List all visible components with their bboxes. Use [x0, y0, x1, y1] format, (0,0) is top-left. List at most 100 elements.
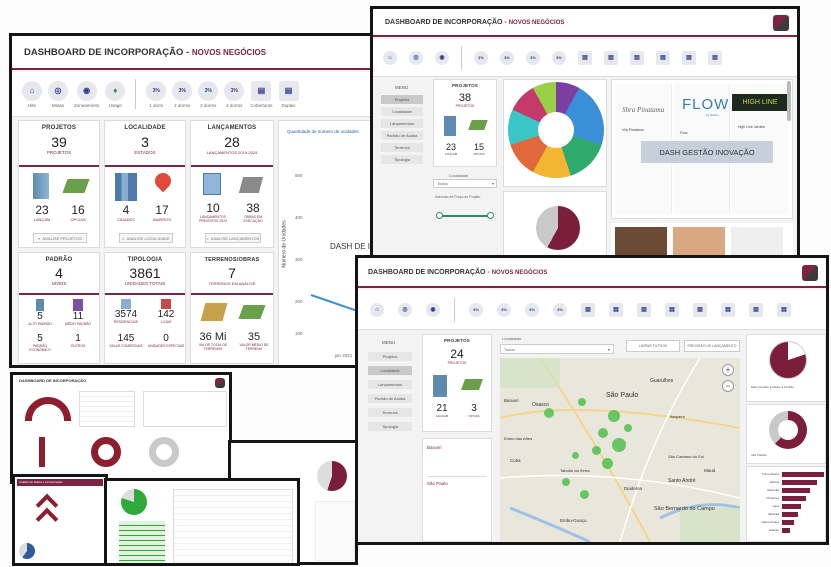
toolbar-metas-button[interactable]: ◎ Metas [48, 80, 68, 108]
innov-subtitle: NOVOS NEGÓCIOS [508, 19, 565, 26]
stat-bairros: 17 BAIRROS [152, 203, 171, 222]
toolbar-doc-button[interactable]: ▤ [604, 50, 618, 65]
nav-localidade[interactable]: Localidade [368, 366, 412, 375]
innov-localidade-dropdown[interactable]: Todos ▾ [433, 179, 497, 188]
mini-bar-icon [39, 437, 45, 467]
toolbar-duplex-button[interactable]: ▤ Duplex [278, 80, 299, 108]
toolbar-3dorms-button[interactable]: 3% 3 dorms [198, 80, 219, 108]
map-zoom-in-button[interactable]: + [722, 364, 734, 376]
project-marker[interactable] [602, 458, 613, 469]
toolbar-home-button[interactable]: ⌂ [370, 302, 384, 317]
toolbar-doc-button[interactable]: ▤ [693, 302, 707, 317]
project-marker[interactable] [624, 424, 632, 432]
toolbar-coberturas-button[interactable]: ▤ Coberturas [250, 80, 273, 108]
price-slider[interactable] [439, 215, 491, 217]
project-marker[interactable] [580, 490, 589, 499]
slider-handle[interactable] [436, 212, 443, 219]
sao-paulo-map[interactable]: Osasco São Paulo Guarulhos Barueri Santo… [500, 358, 740, 542]
toolbar-dorm-button[interactable]: 3% [497, 302, 511, 317]
limpar-filtros-button[interactable]: LIMPAR FILTROS [626, 340, 680, 352]
toolbar-zoneamento-button[interactable]: ◉ Zoneamento [74, 80, 99, 108]
previsao-lancamento-button[interactable]: PREVISÃO DE LANÇAMENTO [684, 340, 740, 352]
analise-lancamentos-button[interactable]: ⌕ ANALISE LANÇAMENTOS [205, 233, 261, 243]
toolbar-doc-button[interactable]: ▤ [637, 302, 651, 317]
toolbar-doc-button[interactable]: ▤ [777, 302, 791, 317]
toolbar-doc-button[interactable]: ▤ [721, 302, 735, 317]
toolbar-doc-button[interactable]: ▤ [581, 302, 595, 317]
project-marker[interactable] [562, 478, 570, 486]
bar-label: Trevo Aberto [761, 472, 779, 476]
toolbar-dorm-button[interactable]: 3% [474, 50, 488, 65]
slider-handle[interactable] [487, 212, 494, 219]
toolbar-dorm-button[interactable]: 3% [552, 50, 566, 65]
toolbar-metas-button[interactable]: ◎ [409, 50, 423, 65]
project-marker[interactable] [612, 438, 626, 452]
nav-lancamentos[interactable]: Lançamentos [368, 380, 412, 389]
nav-terrenos[interactable]: Terrenos [381, 143, 423, 152]
kpi-projetos-card[interactable]: PROJETOS 39 PROJETOS 23 LANÇAM 16 OPCIAS ⌕… [18, 120, 100, 248]
kpi-tipologia-card[interactable]: TIPOLOGIA 3861 UNIDADES TOTAIS 3574 RESID… [104, 252, 186, 364]
kpi-localidade-card[interactable]: LOCALIDADE 3 ESTADOS 4 CIDADES 17 BAIRROS … [104, 120, 186, 248]
nav-tipologia[interactable]: Tipologia [381, 155, 423, 164]
toolbar-dorm-button[interactable]: 3% [553, 302, 567, 317]
stat-lancam: 23 LANÇAM [33, 203, 51, 222]
innovation-dashboard-window: DASHBOARD DE INCORPORAÇÃO - NOVOS NEGÓCI… [370, 6, 800, 268]
innov-kpi-projetos[interactable]: PROJETOS 38 PROJETOS 23 LANÇAM 15 OPCIAS [433, 79, 497, 167]
toolbar-hite-button[interactable]: ⌂ Hite [22, 80, 42, 108]
toolbar-doc-button[interactable]: ▤ [665, 302, 679, 317]
toolbar-zone-button[interactable]: ◉ [435, 50, 449, 65]
bar-label: Butantã [768, 512, 779, 516]
project-marker[interactable] [598, 428, 608, 438]
toolbar-doc-button[interactable]: ▤ [708, 50, 722, 65]
nav-projetos[interactable]: Projetos [381, 95, 423, 104]
project-marker[interactable] [578, 398, 586, 406]
toolbar-doc-button[interactable]: ▤ [749, 302, 763, 317]
project-marker[interactable] [592, 446, 601, 455]
toolbar-doc-button[interactable]: ▤ [656, 50, 670, 65]
kpi-value: 3 [141, 134, 149, 150]
toolbar-doc-button[interactable]: ▤ [682, 50, 696, 65]
toolbar-dorm-button[interactable]: 3% [525, 302, 539, 317]
nav-padrao[interactable]: Padrão de Acaba [368, 394, 412, 403]
toolbar-usage-button[interactable]: ♦ Usage [105, 80, 126, 108]
kpi-padrao-card[interactable]: PADRÃO 4 NÍVEIS 5 ALTO PADRÃO 11 MÉDIO PAD… [18, 252, 100, 364]
nav-localidade[interactable]: Localidade [381, 107, 423, 116]
map-zoom-out-button[interactable]: − [722, 380, 734, 392]
project-marker[interactable] [608, 410, 620, 422]
toolbar-doc-button[interactable]: ▤ [578, 50, 592, 65]
toolbar-zone-button[interactable]: ◉ [426, 302, 440, 317]
toolbar-4dorms-button[interactable]: 3% 4 dorms [224, 80, 245, 108]
map-place-label: Mauá [704, 468, 716, 473]
toolbar-dorm-button[interactable]: 3% [500, 50, 514, 65]
bar-mark [782, 520, 795, 525]
map-dashboard-window: DASHBOARD DE INCORPORAÇÃO - NOVOS NEGÓCI… [355, 255, 829, 545]
toolbar-dorm-button[interactable]: 3% [469, 302, 483, 317]
kpi-terrenos-card[interactable]: TERRENOS/OBRAS 7 TERRENOS EM ANÁLISE 36 … [190, 252, 274, 364]
analise-projetos-button[interactable]: ⌕ ANALISE PROJETOS [33, 233, 87, 243]
project-marker[interactable] [544, 408, 554, 418]
toolbar-home-button[interactable]: ⌂ [383, 50, 397, 65]
percent-icon: 3% [172, 80, 193, 101]
toolbar-1dorm-button[interactable]: 3% 1 dorm [146, 80, 167, 108]
toolbar-dorm-button[interactable]: 3% [526, 50, 540, 65]
price-slider-label: Intervalo de Preço do Projeto [435, 195, 481, 199]
nav-lancamentos[interactable]: Lançamentos [381, 119, 423, 128]
nav-projetos[interactable]: Projetos [368, 352, 412, 361]
kpi-divider [19, 165, 99, 167]
toolbar-2dorms-button[interactable]: 3% 2 dorms [172, 80, 193, 108]
project-marker[interactable] [572, 452, 579, 459]
nav-terrenos[interactable]: Terrenos [368, 408, 412, 417]
toolbar-doc-button[interactable]: ▤ [630, 50, 644, 65]
toolbar-doc-button[interactable]: ▤ [609, 302, 623, 317]
nav-padrao[interactable]: Padrão de Acaba [381, 131, 423, 140]
gauge-chart [25, 397, 71, 421]
map-kpi-projetos[interactable]: PROJETOS 24 PROJETOS 21 LANÇAM 3 OPCIAS [422, 334, 492, 432]
map-localidade-dropdown[interactable]: Todos ▾ [500, 344, 614, 354]
kpi-sub: NÍVEIS [51, 281, 67, 286]
toolbar-metas-button[interactable]: ◎ [398, 302, 412, 317]
nav-tipologia[interactable]: Tipologia [368, 422, 412, 431]
analise-localidade-button[interactable]: ⌕ ANALISE LOCALIDADE [119, 233, 173, 243]
scrollbar[interactable] [787, 81, 791, 121]
kpi-lancamentos-card[interactable]: LANÇAMENTOS 28 LANÇAMENTOS 2019-2024 10 L… [190, 120, 274, 248]
kpi-sub: ESTADOS [134, 150, 156, 155]
